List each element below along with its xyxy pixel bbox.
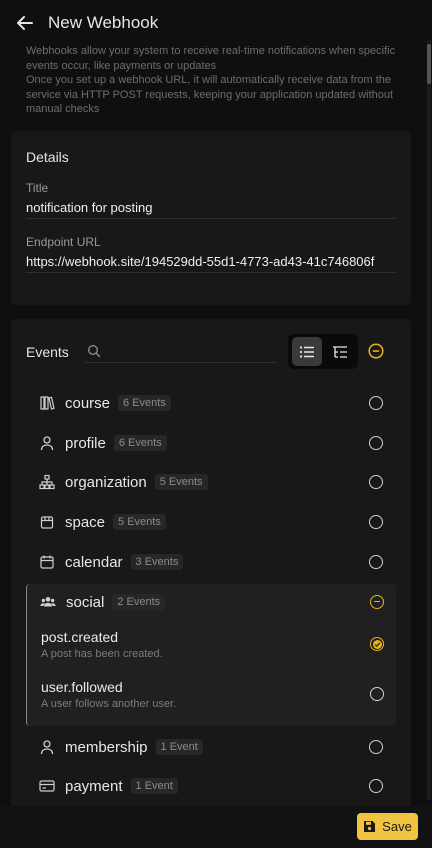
event-item-name: post.created [41, 629, 119, 645]
event-item-name: user.followed [41, 679, 123, 695]
event-group-social-expanded: social 2 Events post.created A post has … [26, 584, 396, 726]
scrollbar-thumb[interactable] [427, 44, 431, 84]
event-item-checkbox-checked[interactable] [370, 637, 384, 651]
event-group-name: space [65, 513, 106, 531]
event-count-badge: 5 Events [154, 474, 208, 490]
collapse-all-icon[interactable] [368, 343, 384, 359]
event-group-checkbox[interactable] [369, 396, 383, 410]
tree-list-icon [333, 345, 347, 358]
books-icon [39, 395, 55, 411]
event-group-name: organization [65, 473, 147, 491]
org-chart-icon [39, 474, 55, 490]
user-icon [39, 739, 55, 755]
tree-view-button[interactable] [325, 337, 355, 366]
title-label: Title [26, 181, 49, 195]
endpoint-url-label: Endpoint URL [26, 235, 101, 249]
event-item-description: A post has been created. [41, 648, 163, 660]
event-group-social[interactable]: social 2 Events [27, 584, 397, 620]
description-line: Webhooks allow your system to receive re… [26, 45, 396, 72]
event-group-checkbox[interactable] [369, 475, 383, 489]
people-icon [40, 594, 56, 610]
event-group-calendar[interactable]: calendar 3 Events [26, 544, 396, 580]
event-count-badge: 6 Events [113, 435, 167, 451]
check-icon [372, 639, 382, 649]
event-group-checkbox[interactable] [369, 740, 383, 754]
floppy-disk-icon [364, 821, 376, 832]
event-count-badge: 2 Events [112, 594, 166, 610]
footer-bar: Save [0, 806, 432, 848]
user-icon [39, 435, 55, 451]
events-search-input[interactable] [109, 341, 275, 361]
event-group-name: social [66, 593, 105, 611]
event-group-payment[interactable]: payment 1 Event [26, 768, 396, 804]
title-input[interactable] [26, 197, 396, 219]
page-header: New Webhook [12, 8, 158, 38]
event-count-badge: 5 Events [113, 514, 166, 530]
events-search [85, 341, 277, 363]
bag-icon [39, 514, 55, 530]
event-group-name: course [65, 394, 111, 412]
event-group-name: calendar [65, 553, 123, 571]
event-group-name: profile [65, 434, 106, 452]
back-button[interactable] [12, 10, 38, 36]
list-icon [299, 345, 314, 358]
event-group-checkbox[interactable] [369, 779, 383, 793]
save-button[interactable]: Save [357, 813, 418, 840]
details-heading: Details [26, 149, 69, 165]
event-item-user-followed[interactable]: user.followed A user follows another use… [27, 679, 397, 723]
event-count-badge: 3 Events [130, 554, 184, 570]
page-title: New Webhook [48, 13, 159, 32]
webhook-description: Webhooks allow your system to receive re… [26, 44, 406, 117]
event-count-badge: 1 Event [155, 739, 203, 755]
save-label: Save [382, 819, 412, 834]
event-group-profile[interactable]: profile 6 Events [26, 425, 396, 461]
event-count-badge: 6 Events [118, 395, 171, 411]
search-icon [87, 344, 101, 358]
event-group-name: payment [65, 777, 123, 795]
event-group-membership[interactable]: membership 1 Event [26, 729, 396, 765]
events-card: Events course 6 Events profile 6 Events … [11, 319, 411, 819]
details-card: Details Title Endpoint URL [11, 131, 411, 305]
card-icon [39, 778, 55, 794]
event-group-checkbox[interactable] [369, 555, 383, 569]
endpoint-url-input[interactable] [26, 251, 396, 273]
event-group-name: membership [65, 738, 148, 756]
event-group-checkbox[interactable] [369, 436, 383, 450]
list-view-button[interactable] [292, 337, 322, 366]
event-group-space[interactable]: space 5 Events [26, 504, 396, 540]
calendar-icon [39, 554, 55, 570]
event-group-partial-checkbox[interactable] [370, 595, 384, 609]
event-group-checkbox[interactable] [369, 515, 383, 529]
event-group-organization[interactable]: organization 5 Events [26, 464, 396, 500]
event-item-checkbox[interactable] [370, 687, 384, 701]
event-group-course[interactable]: course 6 Events [26, 385, 396, 421]
event-item-post-created[interactable]: post.created A post has been created. [27, 629, 397, 673]
page-scrollbar[interactable] [427, 40, 431, 800]
view-toggle [288, 334, 358, 369]
arrow-left-icon [17, 16, 33, 30]
event-count-badge: 1 Event [130, 778, 178, 794]
event-item-description: A user follows another user. [41, 698, 177, 710]
events-heading: Events [26, 344, 69, 360]
description-line: Once you set up a webhook URL, it will a… [26, 74, 394, 115]
